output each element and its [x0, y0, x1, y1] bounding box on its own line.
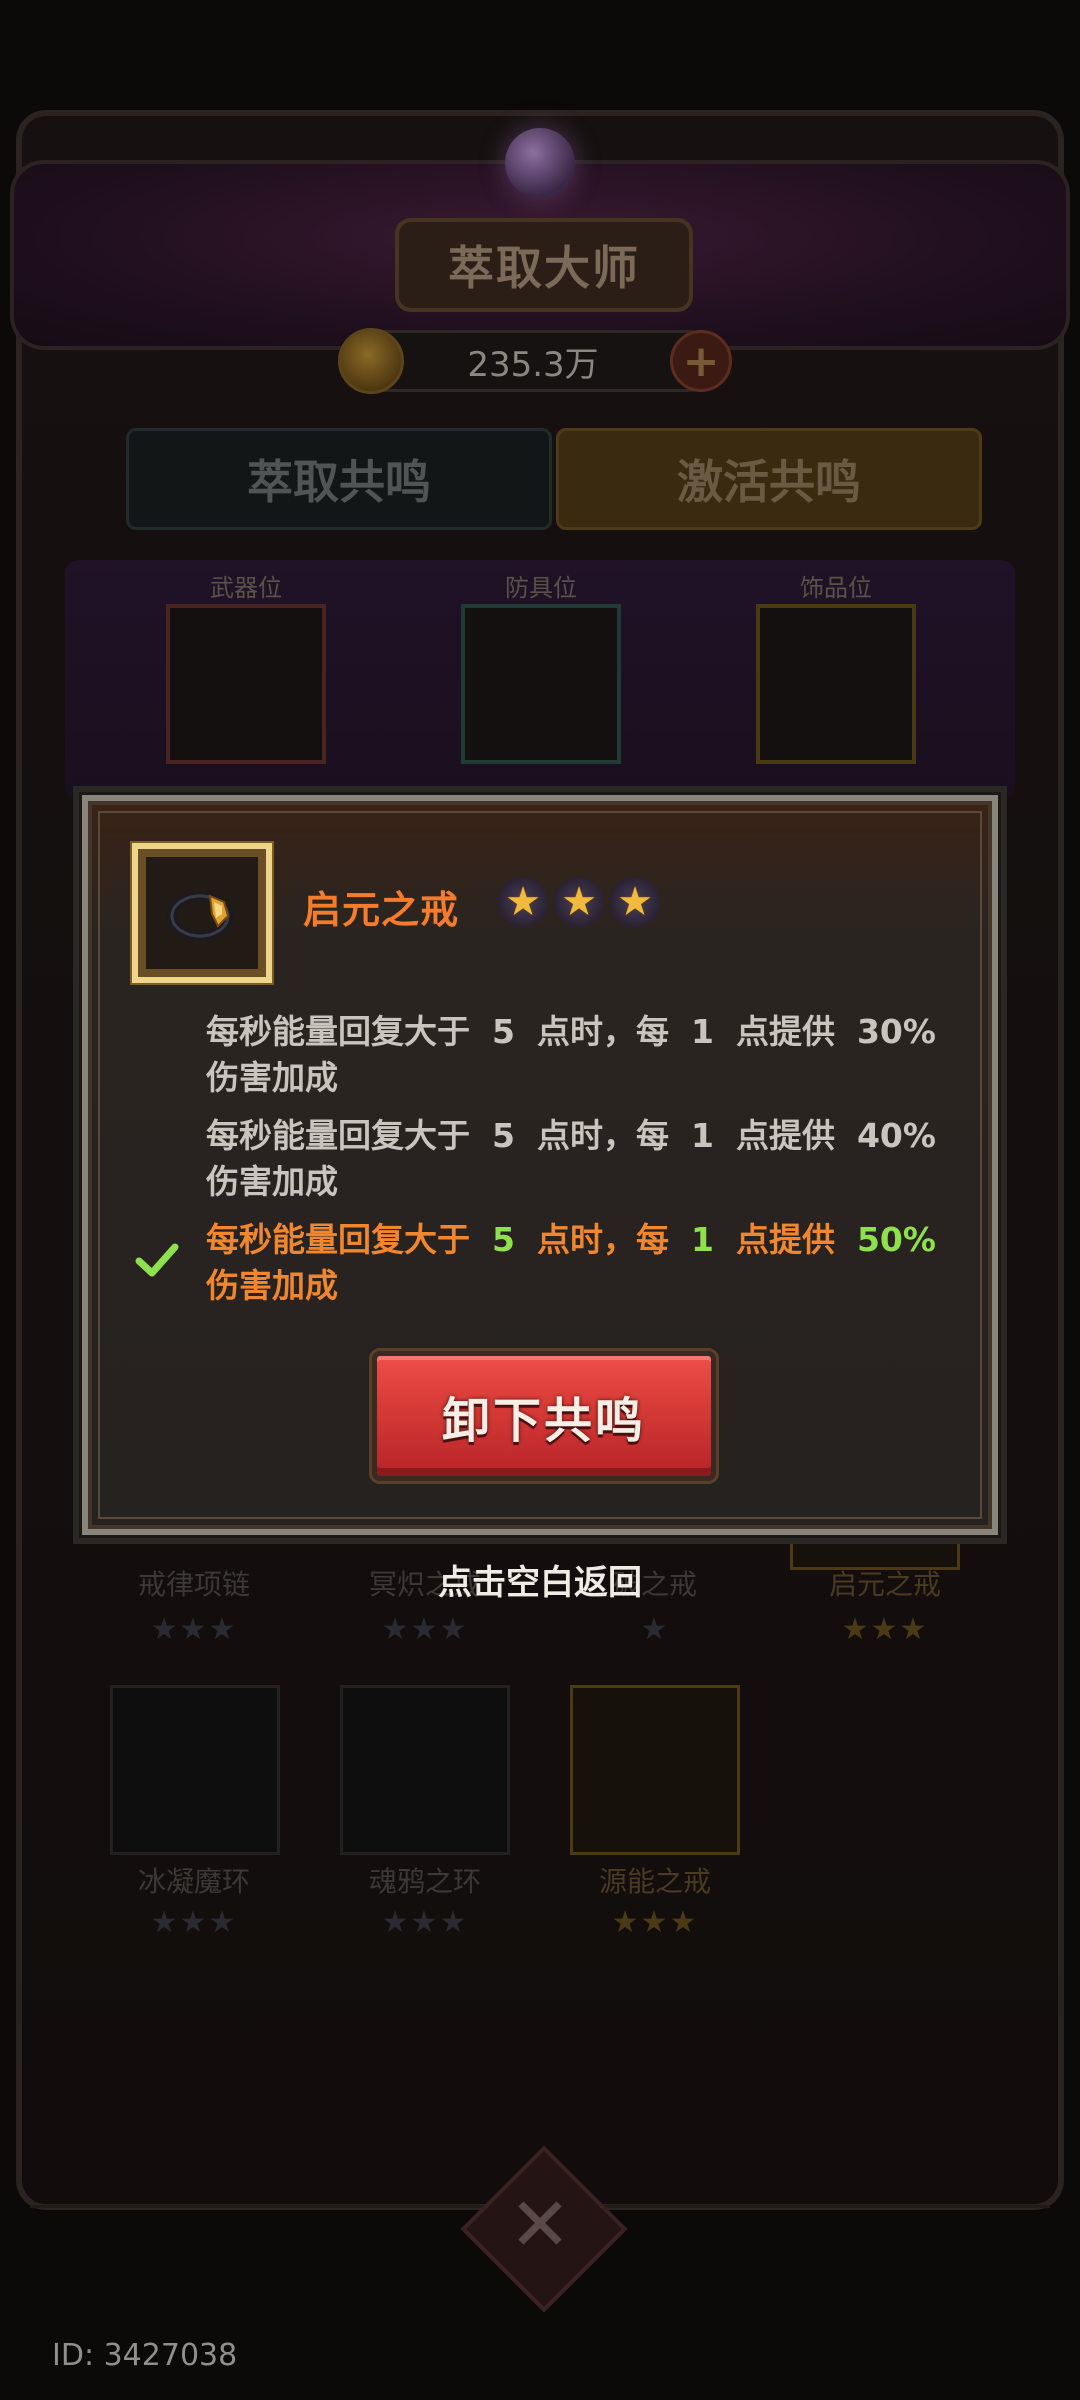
effect-text: 每秒能量回复大于: [206, 1220, 470, 1259]
effect-text: 点提供: [735, 1220, 835, 1259]
grid-item-card[interactable]: [110, 1685, 280, 1855]
grid-item-stars: ★★★: [381, 1612, 469, 1647]
effect-description-list: 每秒能量回复大于 5 点时，每 1 点提供 30% 伤害加成 每秒能量回复大于 …: [135, 1009, 936, 1321]
slot-label: 饰品位: [800, 574, 872, 602]
slot-label: 防具位: [505, 574, 577, 602]
effect-value: 50%: [856, 1220, 936, 1259]
close-icon[interactable]: ✕: [505, 2188, 575, 2262]
ring-icon: [146, 857, 258, 969]
effect-value: 1: [690, 1012, 714, 1051]
effect-value: 5: [492, 1012, 515, 1051]
grid-item-stars: ★★★: [841, 1612, 929, 1647]
star-icon: ★: [498, 877, 548, 927]
grid-item-stars: ★★★: [150, 1905, 238, 1940]
tab-activate-resonance[interactable]: 激活共鸣: [556, 428, 982, 530]
star-icon: ★: [554, 877, 604, 927]
effect-value: 1: [690, 1220, 714, 1259]
effect-text: 点时，每: [536, 1220, 669, 1259]
grid-item-card[interactable]: [570, 1685, 740, 1855]
grid-item-stars: ★: [640, 1612, 670, 1647]
resonance-detail-modal: 启元之戒 ★ ★ ★ 每秒能量回复大于 5 点时，每 1 点提供 30% 伤害加…: [79, 792, 1001, 1538]
effect-suffix: 伤害加成: [206, 1266, 338, 1305]
effect-text: 点时，每: [536, 1012, 669, 1051]
player-id: ID: 3427038: [52, 2338, 238, 2373]
grid-item-name: 魂鸦之环: [368, 1865, 481, 1898]
item-icon-frame: [132, 843, 272, 983]
grid-item-stars: ★★★: [150, 1612, 238, 1647]
weapon-slot[interactable]: [166, 604, 326, 764]
tab-bar: 萃取共鸣 激活共鸣: [60, 418, 1020, 530]
unequip-resonance-button[interactable]: 卸下共鸣: [372, 1351, 716, 1481]
effect-value: 1: [690, 1116, 714, 1155]
item-name: 启元之戒: [303, 888, 460, 932]
background-title: 萃取大师: [395, 218, 693, 312]
accessory-slot[interactable]: [756, 604, 916, 764]
effect-tier-2: 每秒能量回复大于 5 点时，每 1 点提供 40% 伤害加成: [206, 1113, 936, 1205]
effect-value: 5: [492, 1116, 515, 1155]
orb-icon: [505, 128, 575, 198]
grid-item-stars: ★★★: [381, 1905, 469, 1940]
effect-tier-3-active: 每秒能量回复大于 5 点时，每 1 点提供 50% 伤害加成: [135, 1217, 936, 1309]
grid-item-stars: ★★★: [611, 1905, 699, 1940]
effect-text: 每秒能量回复大于: [206, 1012, 470, 1051]
currency-display: 235.3万: [350, 330, 716, 392]
slot-label: 武器位: [210, 574, 282, 602]
grid-item-name: 冰凝魔环: [137, 1865, 250, 1898]
effect-suffix: 伤害加成: [206, 1058, 338, 1097]
grid-item-card[interactable]: [340, 1685, 510, 1855]
effect-text: 点提供: [735, 1012, 835, 1051]
effect-text: 每秒能量回复大于: [206, 1116, 470, 1155]
effect-suffix: 伤害加成: [206, 1162, 338, 1201]
grid-item-name: 源能之戒: [598, 1865, 711, 1898]
effect-tier-1: 每秒能量回复大于 5 点时，每 1 点提供 30% 伤害加成: [206, 1009, 936, 1101]
check-icon: [135, 1243, 179, 1277]
effect-value: 30%: [856, 1012, 936, 1051]
tab-extract-resonance[interactable]: 萃取共鸣: [126, 428, 552, 530]
star-icon: ★: [610, 877, 660, 927]
add-currency-button[interactable]: +: [670, 330, 732, 392]
tap-to-return-hint[interactable]: 点击空白返回: [0, 1555, 1080, 1604]
coin-icon: [338, 328, 404, 394]
effect-text: 点时，每: [536, 1116, 669, 1155]
star-rating: ★ ★ ★: [498, 877, 660, 927]
armor-slot[interactable]: [461, 604, 621, 764]
effect-value: 40%: [856, 1116, 936, 1155]
effect-value: 5: [492, 1220, 515, 1259]
effect-text: 点提供: [735, 1116, 835, 1155]
